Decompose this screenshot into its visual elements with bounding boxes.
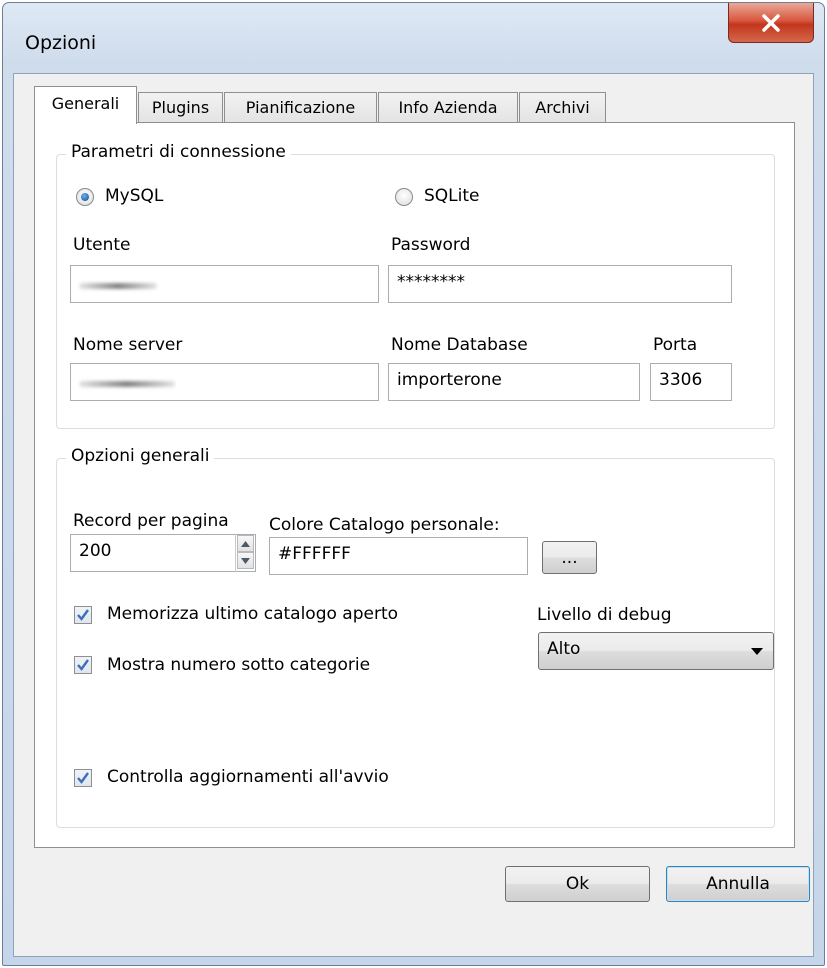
server-label: Nome server — [73, 335, 183, 355]
checkmark-icon — [77, 659, 89, 671]
options-window: Opzioni Generali Plugins Pianificazione … — [2, 2, 825, 966]
ok-button[interactable]: Ok — [505, 866, 650, 902]
spin-down-button[interactable] — [237, 552, 254, 569]
close-icon — [762, 13, 780, 32]
checkmark-icon — [77, 772, 89, 784]
debug-level-value: Alto — [547, 639, 581, 659]
tab-panel-generali: Parametri di connessione MySQL SQLite Ut… — [34, 122, 795, 848]
password-input[interactable]: ******** — [388, 265, 732, 303]
title-bar[interactable]: Opzioni — [3, 3, 824, 73]
sqlite-radio[interactable] — [395, 188, 413, 206]
show-subcategories-checkbox[interactable] — [74, 656, 92, 674]
records-spinner — [235, 534, 255, 572]
redacted-server — [79, 381, 175, 387]
tab-generali[interactable]: Generali — [34, 86, 137, 124]
arrow-down-icon — [241, 557, 250, 564]
check-updates-checkbox[interactable] — [74, 769, 92, 787]
redacted-user — [79, 283, 157, 289]
connection-group-title: Parametri di connessione — [66, 142, 291, 162]
debug-level-label: Livello di debug — [537, 605, 672, 625]
general-options-title: Opzioni generali — [66, 446, 215, 466]
general-options-group: Opzioni generali Record per pagina 200 C… — [56, 446, 775, 828]
records-value: 200 — [79, 541, 112, 561]
mysql-radio[interactable] — [76, 188, 94, 206]
database-label: Nome Database — [391, 335, 528, 355]
user-label: Utente — [73, 235, 131, 255]
spin-up-button[interactable] — [237, 535, 254, 552]
debug-level-dropdown[interactable]: Alto — [538, 632, 774, 670]
tab-info-azienda[interactable]: Info Azienda — [378, 92, 518, 123]
port-input[interactable]: 3306 — [650, 363, 732, 401]
dialog-client-area: Generali Plugins Pianificazione Info Azi… — [13, 73, 814, 957]
records-label: Record per pagina — [73, 511, 229, 531]
remember-catalog-label: Memorizza ultimo catalogo aperto — [107, 604, 399, 624]
password-label: Password — [391, 235, 471, 255]
mysql-label: MySQL — [105, 186, 164, 206]
server-input[interactable] — [70, 363, 379, 401]
port-label: Porta — [653, 335, 698, 355]
color-input[interactable]: #FFFFFF — [269, 537, 528, 575]
cancel-button[interactable]: Annulla — [666, 866, 810, 902]
arrow-up-icon — [241, 540, 250, 547]
close-button[interactable] — [728, 3, 814, 43]
tab-archivi[interactable]: Archivi — [519, 92, 606, 123]
checkmark-icon — [77, 609, 89, 621]
dropdown-arrow-icon — [751, 648, 763, 655]
user-input[interactable] — [70, 265, 379, 303]
window-title: Opzioni — [25, 32, 97, 54]
remember-catalog-checkbox[interactable] — [74, 606, 92, 624]
database-input[interactable]: importerone — [388, 363, 640, 401]
check-updates-label: Controlla aggiornamenti all'avvio — [107, 767, 389, 787]
tab-pianificazione[interactable]: Pianificazione — [224, 92, 377, 123]
records-spinbox[interactable]: 200 — [70, 534, 256, 572]
color-label: Colore Catalogo personale: — [269, 515, 500, 535]
tab-plugins[interactable]: Plugins — [138, 92, 223, 123]
color-picker-button[interactable]: ... — [542, 541, 597, 574]
sqlite-label: SQLite — [424, 186, 480, 206]
connection-group: Parametri di connessione MySQL SQLite Ut… — [56, 142, 775, 429]
show-subcategories-label: Mostra numero sotto categorie — [107, 655, 371, 675]
